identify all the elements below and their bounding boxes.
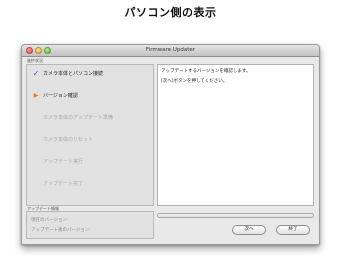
current-step-arrow-icon: ▶ [33,92,39,99]
step-label: アップデート完了 [43,181,84,187]
steps-panel: ✓ カメラ本体とパソコン接続 ▶ バージョン確認 カメラ本体のアップデート準備 … [26,64,154,206]
step-label: カメラ本体のアップデート準備 [43,115,114,121]
after-version-label: アップデート後のバージョン: [31,228,91,233]
step-label: アップデート実行 [43,159,84,165]
finish-button[interactable]: 終了 [276,225,310,235]
step-execute: アップデート実行 [27,156,153,168]
step-label: バージョン確認 [43,93,78,99]
message-line: [次へ]ボタンを押してください。 [161,79,228,84]
progress-bar [157,213,314,218]
update-info-panel: 現在のバージョン: アップデート後のバージョン: [26,211,154,239]
window-title: Firmware Updater [145,47,196,53]
checkmark-icon: ✓ [32,69,40,78]
updater-window: Firmware Updater 進捗状況 ✓ カメラ本体とパソコン接続 ▶ バ… [21,44,320,245]
next-button[interactable]: 次へ [232,225,266,235]
current-version-label: 現在のバージョン: [31,218,69,223]
step-connect: ✓ カメラ本体とパソコン接続 [27,68,153,80]
message-box: アップデートするバージョンを確認します。 [次へ]ボタンを押してください。 [157,64,314,206]
page-heading: パソコン側の表示 [124,6,217,19]
step-complete: アップデート完了 [27,178,153,190]
step-version-check: ▶ バージョン確認 [27,90,153,102]
message-line: アップデートするバージョンを確認します。 [161,69,251,74]
step-label: カメラ本体のリセット [43,137,94,143]
step-reset: カメラ本体のリセット [27,134,153,146]
step-label: カメラ本体とパソコン接続 [43,71,104,77]
title-bar: Firmware Updater [22,45,319,57]
step-update-prep: カメラ本体のアップデート準備 [27,112,153,124]
